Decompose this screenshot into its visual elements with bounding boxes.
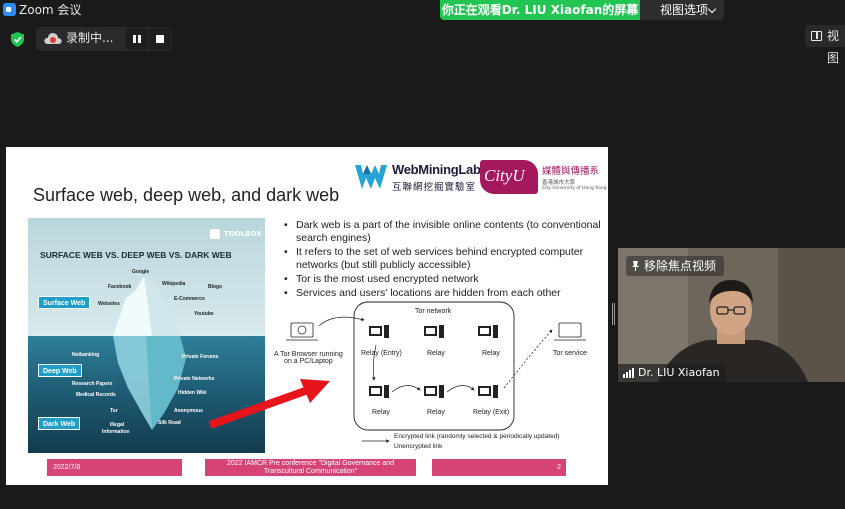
iceberg-item: Wikipedia <box>162 281 186 287</box>
iceberg-item: Research Papers <box>72 381 113 387</box>
legend-encrypted: Encrypted link (randomly selected & peri… <box>394 433 560 440</box>
footer-conference-bar: 2022 IAMCR Pre conference "Digital Gover… <box>205 459 416 476</box>
iceberg-item: Hidden Wiki <box>178 390 207 396</box>
bullet-item: It refers to the set of web services beh… <box>282 246 602 272</box>
view-options-button[interactable]: 视图选项 <box>640 0 724 20</box>
relay-label: Relay <box>372 409 390 416</box>
security-shield-icon[interactable] <box>11 32 24 47</box>
iceberg-item: Youtube <box>194 311 214 317</box>
iceberg-item: Private Forums <box>182 354 219 360</box>
bullet-list: Dark web is a part of the invisible onli… <box>282 219 602 300</box>
iceberg-item: Tor <box>110 408 118 414</box>
university-name-zh: 香港城市大學 <box>542 180 576 186</box>
tor-service-label: Tor service <box>553 350 587 357</box>
department-name: 媒體與傳播系 <box>542 166 600 177</box>
cityu-logo-text: CityU <box>484 166 525 185</box>
bullet-item: Services and users' locations are hidden… <box>282 287 602 300</box>
screen-share-banner: 你正在观看Dr. LIU Xiaofan的屏幕 <box>440 0 640 20</box>
iceberg-item: Google <box>132 269 150 275</box>
iceberg-item: Anonymous <box>174 408 203 414</box>
university-name-en: City University of Hong Kong <box>542 186 607 191</box>
iceberg-item: Blogs <box>208 284 222 290</box>
relay-label: Relay (Entry) <box>361 350 402 357</box>
layout-view-icon <box>811 31 822 41</box>
shared-screen-slide: Surface web, deep web, and dark web WebM… <box>6 147 608 485</box>
chevron-down-icon <box>707 4 717 14</box>
tor-network-label: Tor network <box>415 308 452 315</box>
pin-icon <box>632 261 639 271</box>
surface-web-label: Surface Web <box>38 296 91 309</box>
tor-browser-label: A Tor Browser running on a PC/Laptop <box>274 351 343 365</box>
footer-page-number: 2 <box>557 464 561 471</box>
footer-date-bar: 2022/7/8 <box>47 459 182 476</box>
stop-recording-button[interactable] <box>149 28 171 50</box>
signal-bars-icon <box>623 368 634 378</box>
iceberg-item: Illegal <box>110 422 125 428</box>
participant-name-tag: Dr. LIU Xiaofan <box>618 364 726 382</box>
iceberg-item: E-Commerce <box>174 296 205 302</box>
zoom-window: Zoom 会议 你正在观看Dr. LIU Xiaofan的屏幕 视图选项 录制中… <box>0 0 845 509</box>
iceberg-item: Facebook <box>108 284 132 290</box>
footer-date: 2022/7/8 <box>53 464 81 471</box>
bullet-item: Dark web is a part of the invisible onli… <box>282 219 602 245</box>
view-button-label: 视图 <box>827 29 840 65</box>
pause-recording-button[interactable] <box>126 28 148 50</box>
unpin-label: 移除焦点视频 <box>644 259 717 273</box>
recording-indicator: 录制中... <box>36 27 172 51</box>
iceberg-title: SURFACE WEB VS. DEEP WEB VS. DARK WEB <box>40 250 232 260</box>
split-resize-handle[interactable] <box>612 303 615 325</box>
deep-web-label: Deep Web <box>38 364 82 377</box>
view-options-label: 视图选项 <box>660 3 709 17</box>
relay-label: Relay (Exit) <box>473 409 510 416</box>
bullet-item: Tor is the most used encrypted network <box>282 273 602 286</box>
iceberg-item: Information <box>102 429 130 435</box>
iceberg-item: Medical Records <box>76 392 116 398</box>
participant-name: Dr. LIU Xiaofan <box>638 366 720 379</box>
footer-page-bar: 2 <box>432 459 566 476</box>
tor-browser-label-line: on a PC/Laptop <box>284 358 333 365</box>
recording-label: 录制中... <box>66 31 114 45</box>
slide-title: Surface web, deep web, and dark web <box>33 185 340 205</box>
view-button[interactable]: 视图 <box>805 25 845 65</box>
relay-label: Relay <box>482 350 500 357</box>
relay-label: Relay <box>427 409 445 416</box>
toolbox-brand: TOOLBOX <box>224 230 262 238</box>
web-mining-lab-logo <box>355 165 387 189</box>
unpin-video-button[interactable]: 移除焦点视频 <box>626 256 725 276</box>
lab-name-zh: 互聯網挖掘實驗室 <box>392 182 477 193</box>
iceberg-item: Websites <box>98 301 120 307</box>
window-title: Zoom 会议 <box>19 3 82 17</box>
footer-conference: 2022 IAMCR Pre conference "Digital Gover… <box>226 460 395 467</box>
legend-unencrypted: Unencrypted link <box>394 443 443 450</box>
toolbox-logo-icon <box>210 229 220 239</box>
cloud-recording-icon <box>44 33 62 44</box>
tor-diagram-graphic <box>286 301 586 443</box>
iceberg-item: Netbanking <box>72 352 100 358</box>
footer-conference: Transcultural Communication" <box>263 468 358 475</box>
zoom-logo-icon <box>3 3 16 16</box>
tor-network-diagram: A Tor Browser running on a PC/Laptop Tor… <box>264 300 604 450</box>
tor-browser-label-line: A Tor Browser running <box>274 351 343 358</box>
participant-video[interactable]: 移除焦点视频 Dr. LIU Xiaofan <box>618 248 845 382</box>
dark-web-label: Dark Web <box>38 417 81 430</box>
relay-label: Relay <box>427 350 445 357</box>
lab-name: WebMiningLab <box>392 162 481 177</box>
iceberg-item: Silk Road <box>158 420 181 426</box>
